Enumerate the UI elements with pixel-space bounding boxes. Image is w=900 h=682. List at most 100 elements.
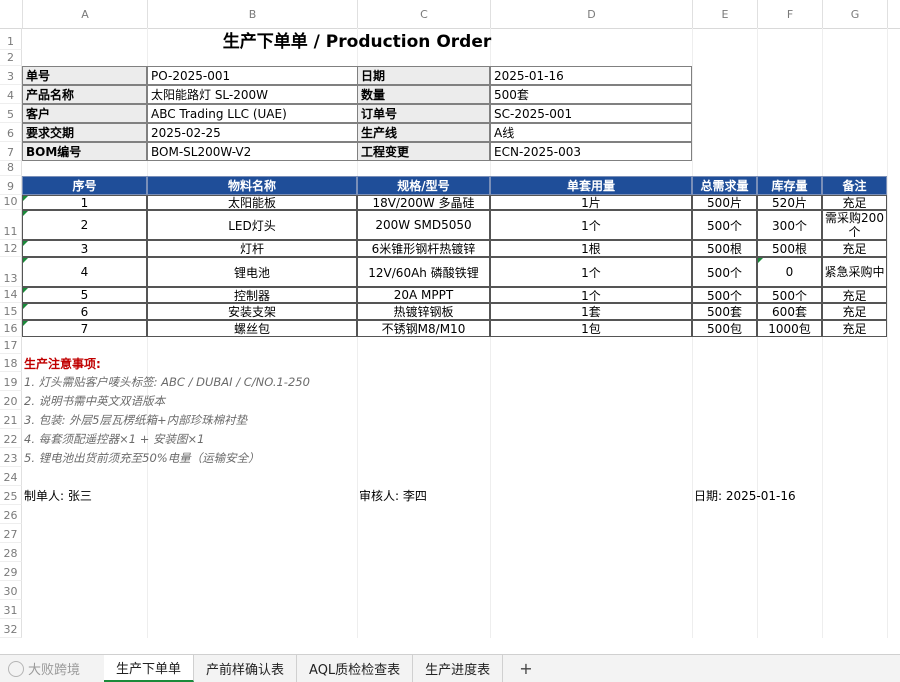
row-header-27[interactable]: 27 — [0, 524, 22, 543]
table-cell-no[interactable]: 4 — [22, 257, 147, 287]
grid-cell[interactable] — [822, 600, 888, 619]
table-cell-total[interactable]: 500个 — [692, 210, 757, 240]
sheet-tab-production-order[interactable]: 生产下单单 — [104, 655, 195, 682]
table-cell-unit[interactable]: 1片 — [490, 195, 692, 210]
grid-cell[interactable] — [22, 337, 148, 354]
grid-cell[interactable] — [490, 562, 693, 581]
info-value-left[interactable]: 2025-02-25 — [147, 123, 358, 142]
table-cell-total[interactable]: 500个 — [692, 287, 757, 303]
grid-cell[interactable] — [22, 161, 148, 176]
table-cell-note[interactable]: 充足 — [822, 320, 887, 337]
grid-cell[interactable] — [490, 337, 693, 354]
info-value-right[interactable]: 500套 — [490, 85, 692, 104]
row-header-26[interactable]: 26 — [0, 505, 22, 524]
grid-cell[interactable] — [822, 562, 888, 581]
grid-cell[interactable] — [822, 161, 888, 176]
row-header-1[interactable]: 1 — [0, 28, 22, 50]
grid-cell[interactable] — [757, 391, 823, 410]
table-cell-note[interactable]: 需采购200个 — [822, 210, 887, 240]
column-header-e[interactable]: E — [693, 0, 758, 28]
grid-cell[interactable] — [22, 543, 148, 562]
grid-cell[interactable] — [692, 581, 758, 600]
row-header-29[interactable]: 29 — [0, 562, 22, 581]
table-cell-spec[interactable]: 不锈钢M8/M10 — [357, 320, 490, 337]
grid-cell[interactable] — [490, 600, 693, 619]
grid-cell[interactable] — [357, 467, 491, 486]
grid-cell[interactable] — [22, 619, 148, 638]
table-cell-name[interactable]: 锂电池 — [147, 257, 357, 287]
row-header-22[interactable]: 22 — [0, 429, 22, 448]
grid-cell[interactable] — [357, 505, 491, 524]
info-value-right[interactable]: 2025-01-16 — [490, 66, 692, 85]
grid-cell[interactable] — [822, 123, 888, 142]
grid-cell[interactable] — [757, 467, 823, 486]
row-header-5[interactable]: 5 — [0, 104, 22, 123]
grid-cell[interactable] — [822, 337, 888, 354]
grid-cell[interactable] — [822, 50, 888, 66]
grid-cell[interactable] — [822, 581, 888, 600]
row-header-15[interactable]: 15 — [0, 303, 22, 320]
row-header-14[interactable]: 14 — [0, 287, 22, 303]
grid-cell[interactable] — [692, 66, 758, 85]
grid-cell[interactable] — [692, 104, 758, 123]
grid-cell[interactable] — [357, 562, 491, 581]
grid-cell[interactable] — [822, 104, 888, 123]
grid-cell[interactable] — [822, 448, 888, 467]
grid-cell[interactable] — [357, 600, 491, 619]
row-header-18[interactable]: 18 — [0, 354, 22, 372]
row-header-6[interactable]: 6 — [0, 123, 22, 142]
grid-cell[interactable] — [757, 123, 823, 142]
grid-cell[interactable] — [22, 562, 148, 581]
grid-cell[interactable] — [822, 28, 888, 50]
table-cell-spec[interactable]: 6米锥形钢杆热镀锌 — [357, 240, 490, 257]
row-header-19[interactable]: 19 — [0, 372, 22, 391]
grid-cell[interactable] — [22, 467, 148, 486]
table-cell-note[interactable]: 紧急采购中 — [822, 257, 887, 287]
grid-cell[interactable] — [692, 391, 758, 410]
table-cell-stock[interactable]: 600套 — [757, 303, 822, 320]
info-value-left[interactable]: 太阳能路灯 SL-200W — [147, 85, 358, 104]
row-header-32[interactable]: 32 — [0, 619, 22, 638]
grid-cell[interactable] — [822, 142, 888, 161]
grid-cell[interactable] — [490, 581, 693, 600]
grid-cell[interactable] — [822, 524, 888, 543]
grid-cell[interactable] — [692, 50, 758, 66]
info-value-left[interactable]: ABC Trading LLC (UAE) — [147, 104, 358, 123]
table-cell-stock[interactable]: 500个 — [757, 287, 822, 303]
row-header-3[interactable]: 3 — [0, 66, 22, 85]
grid-cell[interactable] — [147, 337, 358, 354]
grid-cell[interactable] — [692, 161, 758, 176]
grid-cell[interactable] — [692, 142, 758, 161]
select-all-corner[interactable] — [0, 0, 23, 28]
column-header-g[interactable]: G — [823, 0, 888, 28]
table-cell-stock[interactable]: 1000包 — [757, 320, 822, 337]
row-header-24[interactable]: 24 — [0, 467, 22, 486]
grid-cell[interactable] — [822, 467, 888, 486]
grid-cell[interactable] — [490, 524, 693, 543]
grid-cell[interactable] — [822, 543, 888, 562]
grid-cell[interactable] — [147, 581, 358, 600]
grid-cell[interactable] — [822, 391, 888, 410]
grid-cell[interactable] — [757, 66, 823, 85]
table-cell-no[interactable]: 3 — [22, 240, 147, 257]
grid-cell[interactable] — [147, 467, 358, 486]
grid-cell[interactable] — [692, 543, 758, 562]
table-cell-total[interactable]: 500根 — [692, 240, 757, 257]
grid-cell[interactable] — [757, 600, 823, 619]
grid-cell[interactable] — [692, 429, 758, 448]
grid-cell[interactable] — [822, 410, 888, 429]
row-header-11[interactable]: 11 — [0, 210, 22, 240]
info-value-right[interactable]: A线 — [490, 123, 692, 142]
table-cell-unit[interactable]: 1个 — [490, 210, 692, 240]
row-header-17[interactable]: 17 — [0, 337, 22, 354]
grid-cell[interactable] — [357, 50, 491, 66]
info-value-right[interactable]: ECN-2025-003 — [490, 142, 692, 161]
grid-cell[interactable] — [692, 562, 758, 581]
grid-cell[interactable] — [692, 372, 758, 391]
grid-cell[interactable] — [22, 581, 148, 600]
grid-cell[interactable] — [822, 505, 888, 524]
table-cell-name[interactable]: 控制器 — [147, 287, 357, 303]
info-value-right[interactable]: SC-2025-001 — [490, 104, 692, 123]
table-cell-spec[interactable]: 热镀锌钢板 — [357, 303, 490, 320]
table-cell-stock[interactable]: 0 — [757, 257, 822, 287]
